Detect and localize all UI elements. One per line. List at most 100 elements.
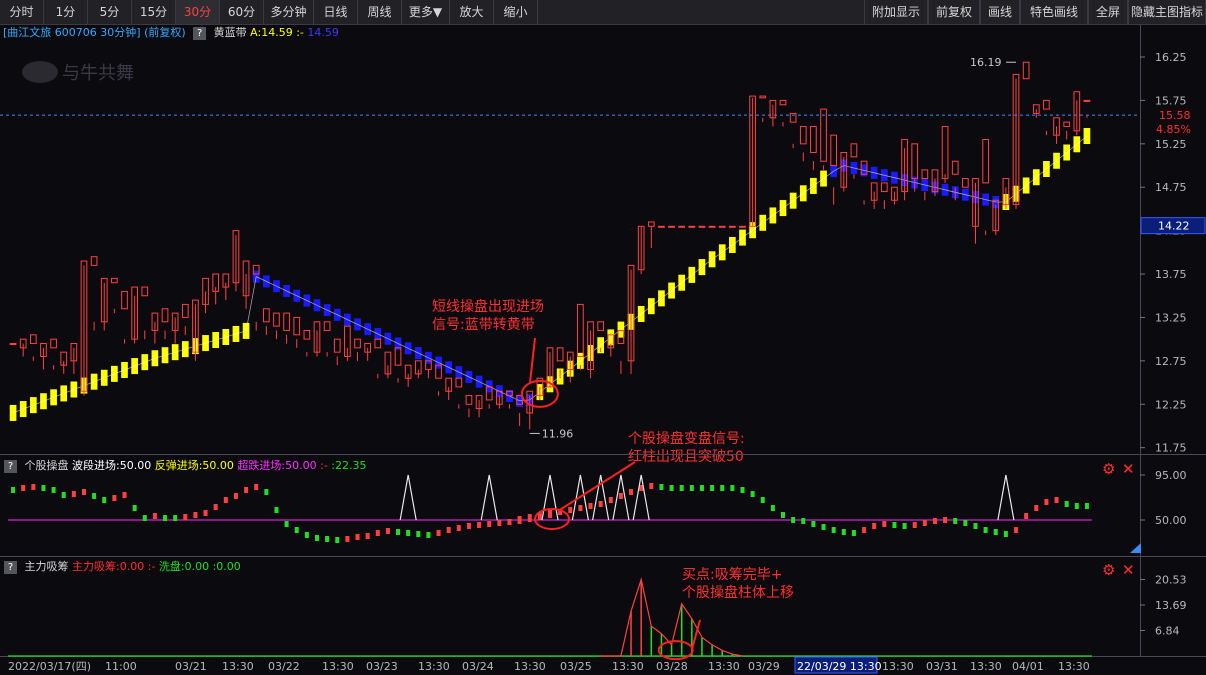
candle-body [718, 225, 726, 228]
panel2-bar [21, 485, 26, 491]
panel2-bar [872, 523, 877, 529]
panel2-bar [355, 534, 360, 540]
candle-body [283, 312, 290, 331]
panel2-bar [142, 515, 147, 521]
candle-body [962, 178, 969, 188]
price-tick-8: 12.25 [1155, 398, 1187, 411]
panel2-bar [71, 491, 76, 497]
panel2-bar [963, 520, 968, 526]
panel2-bar [953, 518, 958, 524]
panel2-bar [233, 493, 238, 499]
panel2-bar [406, 530, 411, 536]
time-label-19: 13:30 [970, 660, 1002, 673]
candle-body [465, 395, 473, 405]
panel2-bar [629, 489, 634, 495]
candle-body [111, 277, 118, 284]
entry-signal-arrow [528, 337, 536, 384]
candle-body [9, 342, 17, 345]
panel2-bar [608, 497, 613, 503]
panel2-bar [568, 507, 573, 513]
watermark-logo-icon [22, 61, 58, 83]
candle-body [678, 225, 686, 228]
panel2-bar [244, 487, 249, 493]
panel2-tick-1: 50.00 [1155, 514, 1187, 527]
time-label-9: 13:30 [514, 660, 546, 673]
panel2-bar [466, 523, 471, 529]
panel2-bar [497, 520, 502, 526]
panel2-bar [791, 517, 796, 523]
panel2-bar [831, 527, 836, 533]
panel2-triangle [480, 474, 498, 521]
time-label-12: 03/28 [656, 660, 688, 673]
panel2-bar [213, 504, 218, 510]
high-label: 16.19 [970, 56, 1002, 69]
time-label-7: 13:30 [418, 660, 450, 673]
panel2-bar [203, 510, 208, 516]
candle-body [556, 347, 564, 362]
panel2-bar [912, 522, 917, 528]
panel2-bar [517, 516, 522, 524]
candle-body [729, 225, 736, 228]
current-price-label: 15.58 [1159, 109, 1191, 122]
panel2-bar [223, 497, 228, 503]
panel2-bar [781, 512, 786, 518]
panel2-bar [710, 485, 715, 491]
panel2-bar [1064, 501, 1069, 507]
panel2-bar [649, 483, 654, 489]
panel3-outline [600, 577, 743, 657]
time-label-10: 03/25 [560, 660, 592, 673]
cursor-price-label: 14.22 [1158, 220, 1190, 233]
panel3-tick-1: 13.69 [1155, 599, 1187, 612]
panel2-bar [477, 522, 482, 528]
panel2-bar [588, 503, 593, 509]
panel2-bar [61, 492, 66, 498]
panel2-bar [993, 529, 998, 535]
panel2-bar [365, 533, 370, 539]
panel2-bar [274, 507, 279, 513]
panel2-bar [396, 529, 401, 535]
candle-body [810, 125, 817, 154]
panel2-bar [92, 493, 97, 499]
panel2-bar [81, 489, 86, 495]
panel2-bar [669, 485, 674, 491]
candle-body [779, 99, 787, 106]
panel2-triangle [399, 474, 417, 521]
stock-chart[interactable]: 与牛共舞16.2515.7515.2514.7514.2513.7513.251… [0, 0, 1206, 675]
time-label-13: 13:30 [708, 660, 740, 673]
candle-body [708, 225, 716, 228]
panel2-bar [618, 493, 623, 499]
candle-body [850, 143, 858, 158]
current-pct-label: 4.85% [1156, 123, 1191, 136]
candle-body [29, 334, 37, 344]
time-label-4: 03/22 [268, 660, 300, 673]
panel2-bar [882, 521, 887, 527]
panel2-bar [1054, 497, 1059, 503]
panel2-bar [750, 491, 755, 497]
panel2-bar [578, 505, 583, 511]
panel2-bar [335, 537, 340, 543]
panel2-bar [122, 492, 127, 498]
panel2-triangle [997, 474, 1015, 521]
watermark: 与牛共舞 [62, 63, 134, 84]
panel2-bar [922, 520, 927, 526]
panel2-bar [112, 495, 117, 501]
panel2-bar [841, 529, 846, 535]
panel2-bar [983, 527, 988, 533]
panel2-bar [163, 515, 168, 521]
panel2-bar [598, 501, 603, 507]
panel3-gear-icon: ⚙ [1102, 561, 1115, 579]
candle-body [303, 329, 311, 340]
panel2-close-icon: ✕ [1122, 460, 1135, 478]
price-tick-1: 15.75 [1155, 94, 1187, 107]
candle-body [911, 143, 919, 180]
buy-point-arrow [690, 619, 701, 651]
panel2-bar [183, 514, 188, 520]
panel2-bar [385, 528, 390, 534]
panel2-bar [902, 523, 907, 529]
candle-body [1022, 61, 1030, 80]
candle-body [1063, 121, 1071, 127]
panel2-bar [436, 530, 441, 536]
candle-body [658, 225, 665, 228]
candle-body [688, 225, 696, 228]
panel2-bar [51, 487, 56, 493]
